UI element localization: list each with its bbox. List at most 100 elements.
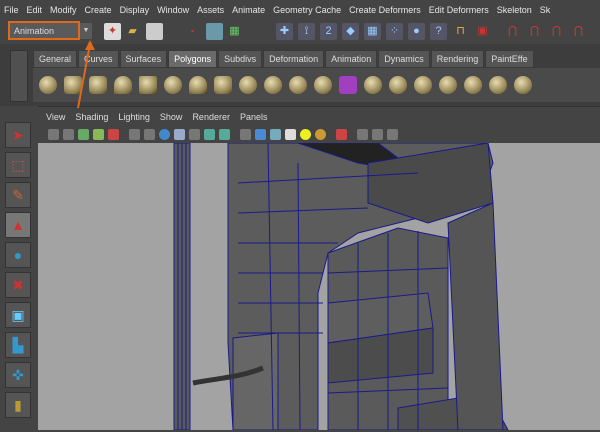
select-object-icon[interactable]	[206, 23, 223, 40]
snap-grid-icon[interactable]: ✚	[276, 23, 293, 40]
snap-surface-icon[interactable]: ▦	[364, 23, 381, 40]
tab-rendering[interactable]: Rendering	[430, 50, 485, 68]
menu-display[interactable]: Display	[116, 5, 154, 15]
tab-surfaces[interactable]: Surfaces	[119, 50, 168, 68]
tab-animation[interactable]: Animation	[325, 50, 378, 68]
panel-menu-shading[interactable]: Shading	[67, 112, 108, 122]
tab-painteffects[interactable]: PaintEffe	[485, 50, 534, 68]
wedge-icon[interactable]	[489, 76, 507, 94]
last-tool-icon[interactable]: ▮	[5, 392, 31, 418]
camera-icon[interactable]	[48, 129, 59, 140]
separate-icon[interactable]	[289, 76, 307, 94]
poly-cylinder-icon[interactable]	[89, 76, 107, 94]
wireframe-icon[interactable]	[240, 129, 251, 140]
paint-select-tool-icon[interactable]: ✎	[5, 182, 31, 208]
bevel-icon[interactable]	[464, 76, 482, 94]
tab-dynamics[interactable]: Dynamics	[378, 50, 430, 68]
menu-assets[interactable]: Assets	[193, 5, 228, 15]
panel-menu-show[interactable]: Show	[152, 112, 183, 122]
extrude-icon[interactable]	[364, 76, 382, 94]
new-scene-icon[interactable]: ✦	[104, 23, 121, 40]
menu-file[interactable]: File	[0, 5, 23, 15]
bookmark-icon[interactable]	[78, 129, 89, 140]
menu-modify[interactable]: Modify	[46, 5, 81, 15]
poly-sphere-icon[interactable]	[39, 76, 57, 94]
poly-plane-selected-icon[interactable]	[239, 76, 257, 94]
gate-mask-icon[interactable]	[174, 129, 185, 140]
menu-edit-deformers[interactable]: Edit Deformers	[425, 5, 493, 15]
resolution-gate-icon[interactable]	[159, 129, 170, 140]
tab-subdivs[interactable]: Subdivs	[218, 50, 263, 68]
menu-window[interactable]: Window	[153, 5, 193, 15]
share-icon[interactable]	[387, 129, 398, 140]
snap-vertex-icon[interactable]: ⁘	[386, 23, 403, 40]
snap-point-icon[interactable]: 2	[320, 23, 337, 40]
xray-joints-icon[interactable]	[372, 129, 383, 140]
magnet-icon[interactable]: ⋂	[504, 23, 521, 40]
panel-menu-renderer[interactable]: Renderer	[184, 112, 230, 122]
mode-selector[interactable]: Animation	[8, 21, 80, 40]
save-icon[interactable]	[146, 23, 163, 40]
poke-icon[interactable]	[514, 76, 532, 94]
lights-icon[interactable]	[300, 129, 311, 140]
menu-geometry-cache[interactable]: Geometry Cache	[269, 5, 345, 15]
select-tool-icon[interactable]: ➤	[5, 122, 31, 148]
xray-icon[interactable]	[357, 129, 368, 140]
menu-skin[interactable]: Sk	[536, 5, 555, 15]
open-folder-icon[interactable]: ▰	[124, 23, 141, 40]
append-polygon-icon[interactable]	[414, 76, 432, 94]
panel-menu-view[interactable]: View	[38, 112, 65, 122]
extract-icon[interactable]	[314, 76, 332, 94]
poly-plane-icon[interactable]	[139, 76, 157, 94]
bridge-icon[interactable]	[389, 76, 407, 94]
film-gate-icon[interactable]	[144, 129, 155, 140]
help-icon[interactable]: ?	[430, 23, 447, 40]
menu-create-deformers[interactable]: Create Deformers	[345, 5, 425, 15]
field-chart-icon[interactable]	[189, 129, 200, 140]
3d-viewport[interactable]	[38, 142, 600, 431]
camera-attributes-icon[interactable]	[63, 129, 74, 140]
isolate-select-icon[interactable]	[336, 129, 347, 140]
image-plane-icon[interactable]	[93, 129, 104, 140]
panel-menu-panels[interactable]: Panels	[232, 112, 268, 122]
menu-create[interactable]: Create	[81, 5, 116, 15]
magnet-surface-icon[interactable]: ⋂	[570, 23, 587, 40]
magnet-curve-icon[interactable]: ⋂	[526, 23, 543, 40]
history-icon[interactable]: ▣	[474, 23, 491, 40]
magnet-point-icon[interactable]: ⋂	[548, 23, 565, 40]
rotate-tool-icon[interactable]: ●	[5, 242, 31, 268]
poly-cone-icon[interactable]	[114, 76, 132, 94]
lasso-tool-icon[interactable]: ⬚	[5, 152, 31, 178]
tab-polygons[interactable]: Polygons	[168, 50, 218, 68]
soft-mod-tool-icon[interactable]: ▙	[5, 332, 31, 358]
tab-curves[interactable]: Curves	[78, 50, 119, 68]
grid-icon[interactable]	[129, 129, 140, 140]
snap-curve-icon[interactable]: ⟟	[298, 23, 315, 40]
safe-action-icon[interactable]	[204, 129, 215, 140]
poly-cube-icon[interactable]	[64, 76, 82, 94]
pivot-icon[interactable]	[108, 129, 119, 140]
tab-deformation[interactable]: Deformation	[263, 50, 325, 68]
snap-pivot-icon[interactable]: ●	[408, 23, 425, 40]
poly-pyramid-icon[interactable]	[189, 76, 207, 94]
chevron-down-icon[interactable]: ▼	[80, 23, 92, 39]
safe-title-icon[interactable]	[219, 129, 230, 140]
select-component-icon[interactable]: ▦	[226, 23, 243, 40]
menu-edit[interactable]: Edit	[23, 5, 47, 15]
poly-torus-icon[interactable]	[164, 76, 182, 94]
show-manipulator-icon[interactable]: ✜	[5, 362, 31, 388]
panel-menu-lighting[interactable]: Lighting	[110, 112, 150, 122]
select-hierarchy-icon[interactable]: ⬝	[184, 23, 201, 40]
scale-tool-icon[interactable]: ✖	[5, 272, 31, 298]
combine-icon[interactable]	[264, 76, 282, 94]
smooth-proxy-icon[interactable]	[339, 76, 357, 94]
move-tool-icon[interactable]: ▲	[5, 212, 31, 238]
split-polygon-icon[interactable]	[439, 76, 457, 94]
shadows-icon[interactable]	[315, 129, 326, 140]
lock-icon[interactable]: ⊓	[452, 23, 469, 40]
manipulator-tool-icon[interactable]: ▣	[5, 302, 31, 328]
menu-animate[interactable]: Animate	[228, 5, 269, 15]
wireframe-on-shaded-icon[interactable]	[270, 129, 281, 140]
poly-pipe-icon[interactable]	[214, 76, 232, 94]
textured-icon[interactable]	[285, 129, 296, 140]
